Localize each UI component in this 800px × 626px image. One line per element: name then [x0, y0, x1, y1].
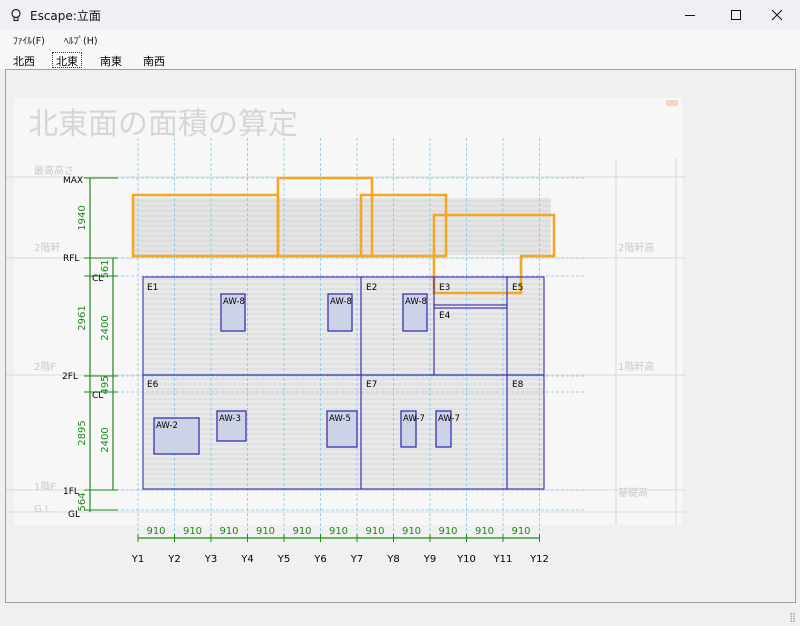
window-label: AW-3 — [219, 414, 241, 424]
elevation-drawing: 北東面の面積の算定 最高高さ2階軒2階F1階FG.L2階軒高1階軒高基礎高 E1… — [6, 98, 686, 565]
lightbulb-icon — [11, 8, 21, 22]
tab-southeast[interactable]: 南東 — [97, 53, 125, 68]
window-label: AW-5 — [329, 414, 351, 424]
dimension-value: 564 — [77, 492, 88, 511]
grid-label: Y11 — [493, 554, 513, 565]
grid-label: Y2 — [167, 554, 180, 565]
close-icon — [771, 9, 783, 21]
span-value: 910 — [511, 526, 530, 537]
window-label: AW-2 — [156, 421, 178, 431]
window-title: Escape:立面 — [30, 9, 101, 23]
ghost-text: 2階F — [34, 361, 56, 373]
area-label: E4 — [439, 311, 451, 321]
minimize-icon — [685, 15, 695, 16]
minimize-button[interactable] — [667, 0, 713, 30]
dimension-value: 2400 — [100, 427, 111, 452]
grid-label: Y12 — [529, 554, 549, 565]
level-label: 2FL — [62, 372, 78, 382]
span-value: 910 — [475, 526, 494, 537]
menu-bar: ﾌｧｲﾙ(F) ﾍﾙﾌﾟ(H) — [0, 30, 800, 50]
ghost-text: G.L — [34, 504, 51, 515]
dimension-value: 561 — [100, 259, 111, 278]
area-label: E7 — [366, 380, 377, 390]
area-label: E1 — [147, 283, 158, 293]
span-value: 910 — [329, 526, 348, 537]
resize-grip-icon[interactable]: ⣿ — [789, 613, 796, 623]
window-label: AW-7 — [438, 414, 460, 424]
span-value: 910 — [402, 526, 421, 537]
span-value: 910 — [438, 526, 457, 537]
grid-label: Y9 — [423, 554, 436, 565]
tab-southwest[interactable]: 南西 — [140, 53, 168, 68]
grid-label: Y4 — [240, 554, 253, 565]
title-bar: Escape:立面 — [0, 0, 800, 30]
status-bar: ⣿ — [0, 604, 800, 626]
tab-northeast[interactable]: 北東 — [52, 52, 82, 68]
dimension-value: 495 — [100, 375, 111, 394]
maximize-button[interactable] — [713, 0, 759, 30]
grid-label: Y7 — [350, 554, 363, 565]
span-value: 910 — [365, 526, 384, 537]
dimension-value: 2895 — [77, 420, 88, 445]
window-label: AW-7 — [403, 414, 425, 424]
close-button[interactable] — [754, 0, 800, 30]
elevation-canvas[interactable]: 北東面の面積の算定 最高高さ 2階軒 2階F 1階F G.L 2階軒高 1階軒高 基礎高 E1… — [5, 69, 796, 603]
area-label: E2 — [366, 283, 377, 293]
ghost-text: 2階軒高 — [618, 241, 654, 254]
grid-label: Y8 — [386, 554, 399, 565]
grid-label: Y1 — [131, 554, 144, 565]
span-value: 910 — [146, 526, 165, 537]
grid-label: Y6 — [313, 554, 326, 565]
roof-tiles — [133, 198, 551, 255]
area-label: E8 — [512, 380, 524, 390]
level-label: MAX — [63, 176, 83, 186]
window-label: AW-8 — [405, 297, 427, 307]
tab-northwest[interactable]: 北西 — [10, 53, 38, 68]
area-label: E3 — [439, 283, 450, 293]
view-tabs: 北西 北東 南東 南西 — [0, 50, 800, 69]
ghost-text: 2階軒 — [34, 242, 60, 254]
area-label: E6 — [147, 380, 159, 390]
grid-label: Y3 — [204, 554, 217, 565]
ghost-text: 基礎高 — [618, 486, 648, 499]
grid-label: Y5 — [277, 554, 290, 565]
dimension-value: 2961 — [77, 305, 88, 330]
reference-mark — [666, 100, 678, 106]
background-title: 北東面の面積の算定 — [28, 107, 298, 142]
maximize-icon — [731, 10, 741, 20]
window-label: AW-8 — [223, 297, 245, 307]
dimension-value: 2400 — [100, 315, 111, 340]
grid-label: Y10 — [456, 554, 476, 565]
span-value: 910 — [256, 526, 275, 537]
menu-file[interactable]: ﾌｧｲﾙ(F) — [13, 33, 45, 47]
menu-help[interactable]: ﾍﾙﾌﾟ(H) — [64, 33, 98, 47]
span-value: 910 — [183, 526, 202, 537]
span-value: 910 — [292, 526, 311, 537]
dimension-value: 1940 — [77, 205, 88, 230]
window-label: AW-8 — [330, 297, 352, 307]
span-value: 910 — [219, 526, 238, 537]
level-label: RFL — [63, 254, 79, 264]
ghost-text: 1階軒高 — [618, 360, 654, 373]
area-label: E5 — [512, 283, 523, 293]
ghost-text: 1階F — [34, 481, 56, 493]
